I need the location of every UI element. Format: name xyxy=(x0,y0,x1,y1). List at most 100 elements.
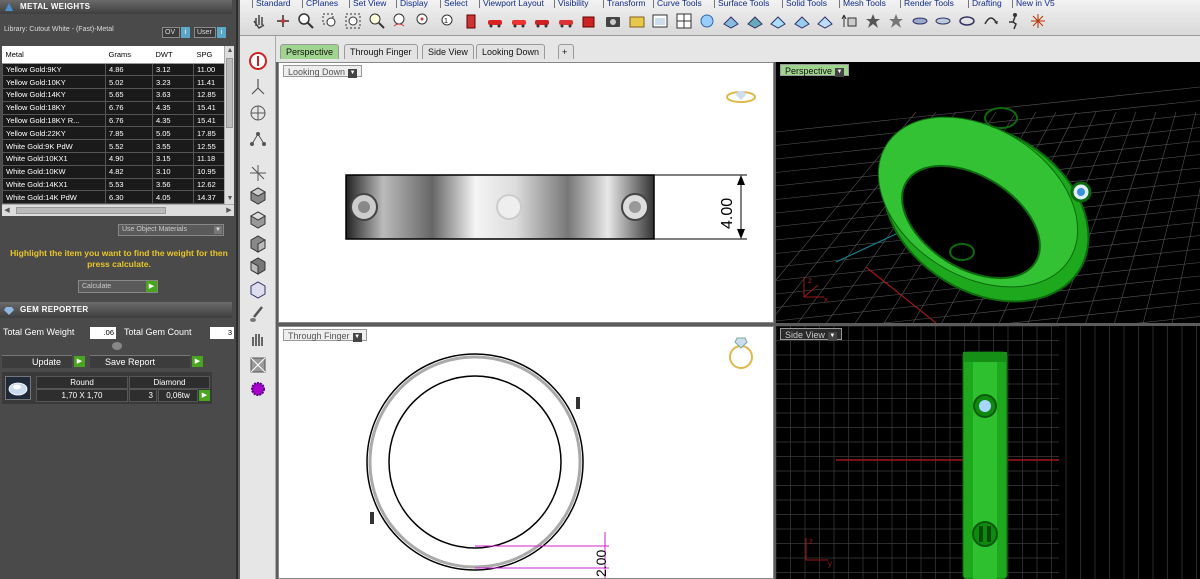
star-icon[interactable] xyxy=(864,12,882,30)
metal-table-row[interactable]: White Gold:10KW 4.82 3.10 10.95 xyxy=(2,164,224,179)
tab-side-view[interactable]: Side View xyxy=(422,44,474,59)
col-header-dwt[interactable]: DWT xyxy=(152,46,194,64)
grid-view-icon[interactable] xyxy=(675,12,693,30)
camera-icon[interactable] xyxy=(604,12,622,30)
toolbar-tab-display[interactable]: Display xyxy=(400,0,428,8)
toolbar-tab-set-view[interactable]: Set View xyxy=(353,0,386,8)
metal-table-row[interactable]: Yellow Gold:10KY 5.02 3.23 11.41 xyxy=(2,75,224,90)
toolbar-tab-new-in-v5[interactable]: New in V5 xyxy=(1016,0,1055,8)
named-view-icon[interactable] xyxy=(651,12,669,30)
folder-view-icon[interactable] xyxy=(628,12,646,30)
toolbar-tab-transform[interactable]: Transform xyxy=(607,0,645,8)
walk-icon[interactable] xyxy=(1005,12,1023,30)
perspective-viewport-label[interactable]: Perspective ▼ xyxy=(780,64,850,77)
looking-down-viewport-label[interactable]: Looking Down ▼ xyxy=(283,65,363,78)
plane-front-icon[interactable] xyxy=(722,12,740,30)
col-header-grams[interactable]: Grams xyxy=(105,46,153,64)
pan-icon[interactable] xyxy=(250,12,268,30)
scroll-down-icon[interactable]: ▼ xyxy=(225,194,235,204)
metal-table-row[interactable]: White Gold:14KX1 5.53 3.56 12.62 xyxy=(2,177,224,192)
calculate-go-icon[interactable]: ▶ xyxy=(146,281,157,292)
metal-table-hscroll[interactable]: ◀ ▶ xyxy=(2,204,234,216)
chevron-down-icon[interactable]: ▼ xyxy=(352,333,362,342)
col-header-spg[interactable]: SPG xyxy=(193,46,224,64)
cross-box-icon[interactable] xyxy=(247,354,269,376)
ov-chip[interactable]: OV xyxy=(162,27,180,38)
star-2-icon[interactable] xyxy=(887,12,905,30)
car-red-3-icon[interactable] xyxy=(533,12,551,30)
sparkle-icon[interactable] xyxy=(1029,12,1047,30)
circle-tool-icon[interactable] xyxy=(958,12,976,30)
through-finger-viewport-label[interactable]: Through Finger ▼ xyxy=(283,329,367,342)
chevron-down-icon[interactable]: ▼ xyxy=(348,69,358,78)
toolbar-tab-cplanes[interactable]: CPlanes xyxy=(306,0,338,8)
chevron-down-icon[interactable]: ▼ xyxy=(827,332,837,341)
update-go-icon[interactable]: ▶ xyxy=(74,356,85,367)
metal-table-row[interactable]: Yellow Gold:22KY 7.85 5.05 17.85 xyxy=(2,126,224,141)
viewport-through-finger[interactable]: 2.00 Through Finger ▼ xyxy=(278,326,774,579)
scroll-left-icon[interactable]: ◀ xyxy=(2,206,12,216)
vscroll-thumb[interactable] xyxy=(226,58,233,128)
purple-gear-icon[interactable] xyxy=(247,378,269,400)
viewport-perspective[interactable]: z x Perspective ▼ xyxy=(776,62,1200,323)
use-object-materials-select[interactable]: Use Object Materials ▼ xyxy=(118,224,224,236)
zoom-selected-icon[interactable] xyxy=(368,12,386,30)
toolbar-tab-viewport-layout[interactable]: Viewport Layout xyxy=(483,0,544,8)
undo-view-icon[interactable] xyxy=(392,12,410,30)
toolbar-tab-surface-tools[interactable]: Surface Tools xyxy=(718,0,769,8)
node-icon[interactable] xyxy=(247,128,269,150)
save-report-go-icon[interactable]: ▶ xyxy=(192,356,203,367)
toolbar-tab-select[interactable]: Select xyxy=(444,0,468,8)
add-tab-icon[interactable]: + xyxy=(558,44,574,59)
metal-table-row[interactable]: White Gold:10KX1 4.90 3.15 11.18 xyxy=(2,152,224,166)
save-report-button[interactable]: Save Report xyxy=(90,355,190,368)
toolbar-tab-curve-tools[interactable]: Curve Tools xyxy=(657,0,702,8)
viewport-side-view[interactable]: z y Side View ▼ xyxy=(776,326,1200,579)
disk-2-icon[interactable] xyxy=(934,12,952,30)
ov-chip-button[interactable]: i xyxy=(181,27,190,38)
box-view-1-icon[interactable] xyxy=(247,184,269,206)
toolbar-tab-solid-tools[interactable]: Solid Tools xyxy=(786,0,827,8)
gumball-icon[interactable] xyxy=(247,162,269,184)
scroll-up-icon[interactable]: ▲ xyxy=(225,46,235,56)
zoom-target-icon[interactable] xyxy=(415,12,433,30)
tab-perspective[interactable]: Perspective xyxy=(280,44,340,59)
col-header-metal[interactable]: Metal xyxy=(2,46,106,64)
tab-through-finger[interactable]: Through Finger xyxy=(344,44,418,59)
metal-table-row[interactable]: Yellow Gold:18KY 6.76 4.35 15.41 xyxy=(2,100,224,115)
user-chip-button[interactable]: i xyxy=(217,27,226,38)
zoom-window-icon[interactable] xyxy=(321,12,339,30)
zoom-1to1-icon[interactable]: 1 xyxy=(439,12,457,30)
chevron-down-icon[interactable]: ▼ xyxy=(835,68,845,77)
elevator-icon[interactable] xyxy=(840,12,858,30)
gem-go-icon[interactable]: ▶ xyxy=(199,390,210,401)
toolbar-tab-standard[interactable]: Standard xyxy=(256,0,291,8)
toolbar-tab-visibility[interactable]: Visibility xyxy=(558,0,589,8)
box-view-2-icon[interactable] xyxy=(247,208,269,230)
splitter-handle[interactable] xyxy=(112,342,122,350)
user-chip[interactable]: User xyxy=(194,27,216,38)
toolbar-tab-drafting[interactable]: Drafting xyxy=(972,0,1002,8)
sphere-icon[interactable] xyxy=(698,12,716,30)
plane-top-icon[interactable] xyxy=(769,12,787,30)
viewport-looking-down[interactable]: 4.00 Looking Down ▼ xyxy=(278,62,774,323)
disk-icon[interactable] xyxy=(911,12,929,30)
hscroll-thumb[interactable] xyxy=(16,207,166,214)
update-button[interactable]: Update xyxy=(2,355,72,368)
shaded-cube-icon[interactable] xyxy=(580,12,598,30)
car-red-icon[interactable] xyxy=(486,12,504,30)
plane-side-icon[interactable] xyxy=(746,12,764,30)
box-view-4-icon[interactable] xyxy=(247,254,269,276)
box-view-3-icon[interactable] xyxy=(247,232,269,254)
rotate-view-icon[interactable] xyxy=(274,12,292,30)
car-red-4-icon[interactable] xyxy=(557,12,575,30)
stop-icon[interactable] xyxy=(247,50,269,72)
car-red-2-icon[interactable] xyxy=(510,12,528,30)
rotate-icon[interactable] xyxy=(982,12,1000,30)
cplane-icon[interactable] xyxy=(793,12,811,30)
box-wire-icon[interactable] xyxy=(247,278,269,300)
metal-table-row[interactable]: Yellow Gold:9KY 4.86 3.12 11.00 xyxy=(2,62,224,77)
globe-grid-icon[interactable] xyxy=(247,102,269,124)
brush-icon[interactable] xyxy=(247,304,269,326)
metal-table-row[interactable]: Yellow Gold:14KY 5.65 3.63 12.85 xyxy=(2,88,224,102)
